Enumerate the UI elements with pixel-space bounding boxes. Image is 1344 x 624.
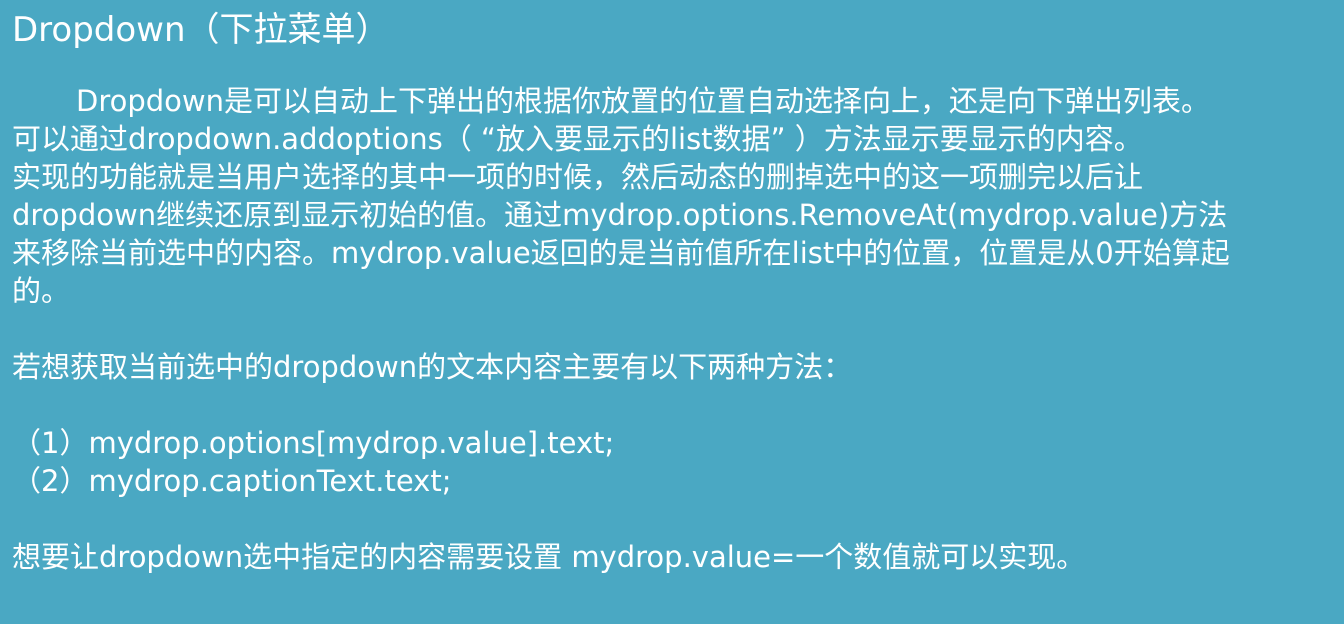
- slide-body: Dropdown是可以自动上下弹出的根据你放置的位置自动选择向上，还是向下弹出列…: [12, 82, 1332, 576]
- page-title: Dropdown（下拉菜单）: [12, 10, 390, 50]
- paragraph-1-line-4: dropdown继续还原到显示初始的值。通过mydrop.options.Rem…: [12, 198, 1228, 232]
- paragraph-2: 若想获取当前选中的dropdown的文本内容主要有以下两种方法：: [12, 350, 853, 384]
- method-1: （1）mydrop.options[mydrop.value].text;: [12, 426, 615, 460]
- paragraph-1-line-5: 来移除当前选中的内容。mydrop.value返回的是当前值所在list中的位置…: [12, 236, 1230, 270]
- method-2: （2）mydrop.captionText.text;: [12, 464, 452, 498]
- paragraph-3: 想要让dropdown选中指定的内容需要设置 mydrop.value=一个数值…: [12, 540, 1086, 574]
- paragraph-1-line-6: 的。: [12, 274, 71, 308]
- paragraph-1-line-2: 可以通过dropdown.addoptions（ “放入要显示的list数据” …: [12, 122, 1143, 156]
- paragraph-1-line-3: 实现的功能就是当用户选择的其中一项的时候，然后动态的删掉选中的这一项删完以后让: [12, 160, 1144, 194]
- slide: Dropdown（下拉菜单） Dropdown是可以自动上下弹出的根据你放置的位…: [0, 0, 1344, 624]
- paragraph-1-line-1: Dropdown是可以自动上下弹出的根据你放置的位置自动选择向上，还是向下弹出列…: [76, 84, 1211, 118]
